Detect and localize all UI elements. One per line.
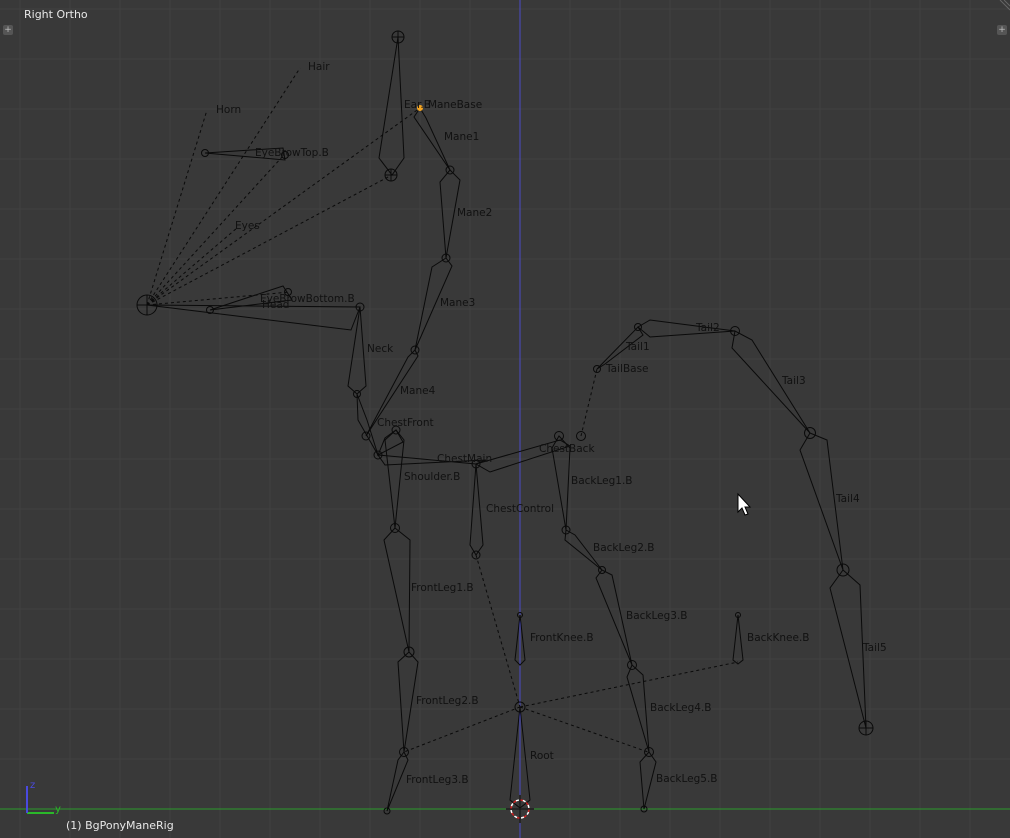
label-root: Root (530, 750, 554, 762)
label-hair: Hair (308, 61, 330, 73)
bone-labels: Hair Horn Ear.B ManeBase Mane1 EyeBrowTo… (216, 61, 887, 786)
label-chest-front: ChestFront (377, 417, 434, 429)
bone-ear (378, 36, 405, 176)
label-front-knee: FrontKnee.B (530, 632, 594, 644)
label-mane3: Mane3 (440, 297, 475, 309)
label-chest-control: ChestControl (486, 503, 554, 515)
armature[interactable]: Hair Horn Ear.B ManeBase Mane1 EyeBrowTo… (0, 0, 1010, 838)
label-front-leg3: FrontLeg3.B (406, 774, 469, 786)
label-front-leg2: FrontLeg2.B (416, 695, 479, 707)
label-mane1: Mane1 (444, 131, 479, 143)
label-tail2: Tail2 (695, 322, 720, 334)
active-object-name: (1) BgPonyManeRig (66, 819, 174, 832)
label-front-leg1: FrontLeg1.B (411, 582, 474, 594)
gizmo-z-label: z (30, 780, 35, 791)
label-tail4: Tail4 (835, 493, 860, 505)
bone-front-leg1 (383, 527, 411, 653)
3d-viewport[interactable]: Hair Horn Ear.B ManeBase Mane1 EyeBrowTo… (0, 0, 1010, 838)
bone-back-leg4 (626, 664, 650, 753)
label-eyebrow-top: EyeBrowTop.B (255, 147, 329, 159)
label-tail-base: TailBase (605, 363, 649, 375)
right-region-toggle-icon[interactable]: + (997, 25, 1007, 35)
label-mane-base: ManeBase (428, 99, 482, 111)
label-tail1: Tail1 (625, 341, 650, 353)
label-back-leg1: BackLeg1.B (571, 475, 633, 487)
left-region-toggle-icon[interactable]: + (3, 25, 13, 35)
label-back-leg5: BackLeg5.B (656, 773, 718, 785)
label-mane4: Mane4 (400, 385, 436, 397)
bone-front-leg2 (397, 651, 419, 753)
bone-neck (347, 306, 367, 395)
label-tail3: Tail3 (781, 375, 806, 387)
relationship-lines (146, 67, 739, 753)
bone-tail1 (637, 319, 736, 338)
label-eyes: Eyes (235, 220, 260, 232)
label-back-leg3: BackLeg3.B (626, 610, 688, 622)
bone-back-leg5 (639, 751, 657, 810)
label-back-leg2: BackLeg2.B (593, 542, 655, 554)
bone-tail4 (829, 569, 867, 729)
label-horn: Horn (216, 104, 241, 116)
label-ear: Ear.B (404, 99, 431, 111)
joints[interactable] (136, 30, 874, 815)
view-title: Right Ortho (24, 8, 88, 21)
axis-gizmo: y z (26, 780, 61, 815)
label-back-knee: BackKnee.B (747, 632, 810, 644)
bone-back-knee (732, 614, 744, 665)
bone-front-leg3 (386, 751, 409, 812)
label-back-leg4: BackLeg4.B (650, 702, 712, 714)
bone-shoulder (384, 429, 405, 529)
label-shoulder: Shoulder.B (404, 471, 460, 483)
label-chest-main: ChestMain (437, 453, 492, 465)
bone-chest-control (469, 463, 484, 556)
bone-mane4 (356, 393, 379, 456)
label-mane2: Mane2 (457, 207, 492, 219)
mouse-pointer-icon (737, 492, 752, 516)
bone-head (146, 304, 361, 331)
area-split-grip-icon[interactable] (998, 0, 1010, 12)
label-tail5: Tail5 (862, 642, 887, 654)
label-neck: Neck (367, 343, 394, 355)
label-chest-back: ChestBack (539, 443, 595, 455)
label-head: Head (262, 299, 289, 311)
gizmo-y-label: y (55, 804, 61, 815)
